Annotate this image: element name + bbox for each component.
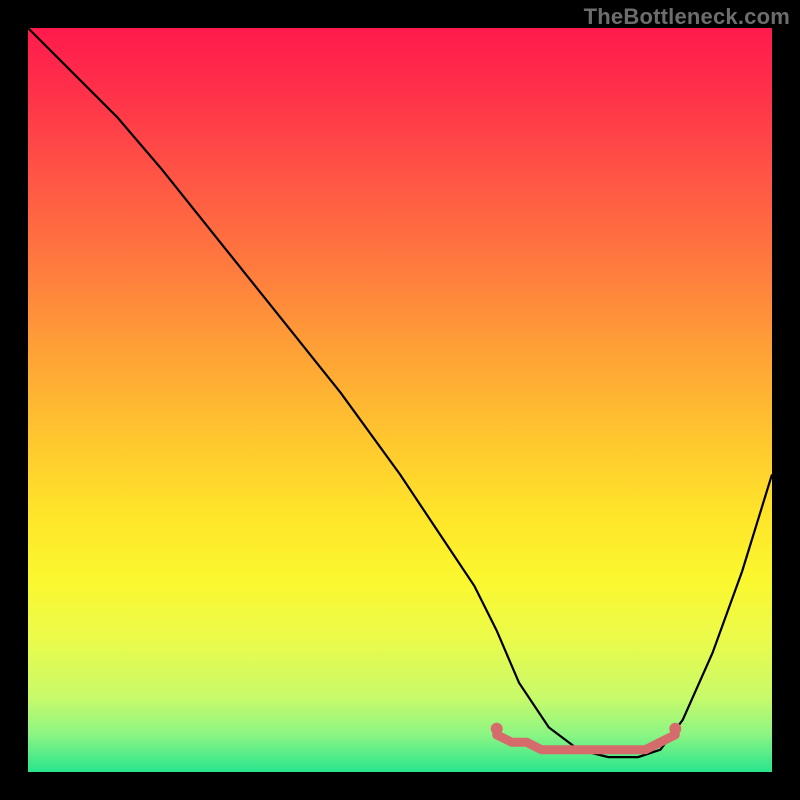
chart-frame: TheBottleneck.com	[0, 0, 800, 800]
plot-area	[28, 28, 772, 772]
marker-band	[491, 723, 682, 750]
curve-path	[28, 28, 772, 757]
watermark-text: TheBottleneck.com	[584, 4, 790, 30]
curve-line	[28, 28, 772, 757]
marker-band-path	[497, 735, 676, 750]
chart-svg	[28, 28, 772, 772]
marker-band-endcap	[491, 723, 503, 735]
marker-band-endcap	[669, 723, 681, 735]
